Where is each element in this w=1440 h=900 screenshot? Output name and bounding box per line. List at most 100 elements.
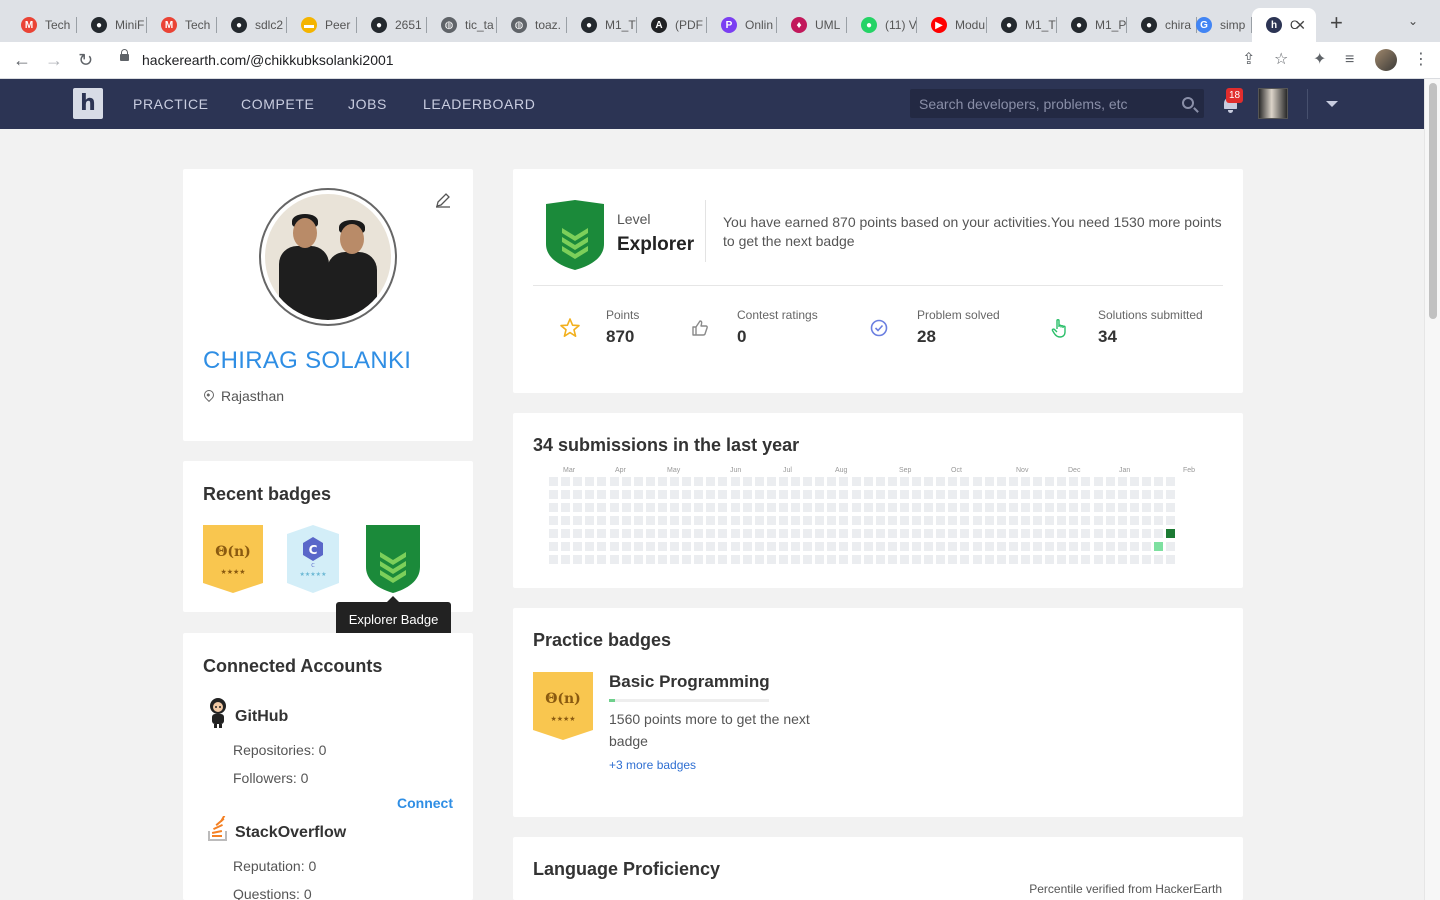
heatmap-cell[interactable] xyxy=(766,516,776,525)
heatmap-cell[interactable] xyxy=(694,529,704,538)
heatmap-cell[interactable] xyxy=(609,529,619,538)
heatmap-cell[interactable] xyxy=(718,503,728,512)
heatmap-cell[interactable] xyxy=(597,503,607,512)
heatmap-cell[interactable] xyxy=(887,477,897,486)
heatmap-cell[interactable] xyxy=(573,490,583,499)
heatmap-cell[interactable] xyxy=(803,555,813,564)
heatmap-cell[interactable] xyxy=(1008,542,1018,551)
heatmap-cell[interactable] xyxy=(742,490,752,499)
page-scrollbar[interactable] xyxy=(1424,79,1440,900)
heatmap-cell[interactable] xyxy=(561,503,571,512)
heatmap-cell[interactable] xyxy=(984,542,994,551)
heatmap-cell[interactable] xyxy=(573,529,583,538)
heatmap-cell[interactable] xyxy=(1093,529,1103,538)
heatmap-cell[interactable] xyxy=(549,542,558,551)
heatmap-cell[interactable] xyxy=(827,516,837,525)
chrome-menu-icon[interactable]: ⋮ xyxy=(1413,52,1429,68)
heatmap-cell[interactable] xyxy=(1141,477,1151,486)
heatmap-cell[interactable] xyxy=(585,516,595,525)
heatmap-cell[interactable] xyxy=(1129,555,1139,564)
heatmap-cell[interactable] xyxy=(948,503,958,512)
heatmap-cell[interactable] xyxy=(815,516,825,525)
heatmap-cell[interactable] xyxy=(984,503,994,512)
heatmap-cell[interactable] xyxy=(609,490,619,499)
heatmap-cell[interactable] xyxy=(549,555,558,564)
heatmap-cell[interactable] xyxy=(972,529,982,538)
heatmap-cell[interactable] xyxy=(621,529,631,538)
heatmap-cell[interactable] xyxy=(1154,490,1163,499)
heatmap-cell[interactable] xyxy=(633,503,643,512)
heatmap-cell[interactable] xyxy=(1154,516,1163,525)
heatmap-cell[interactable] xyxy=(1008,529,1018,538)
heatmap-cell[interactable] xyxy=(1093,490,1103,499)
heatmap-cell[interactable] xyxy=(948,529,958,538)
heatmap-cell[interactable] xyxy=(730,529,740,538)
heatmap-cell[interactable] xyxy=(706,516,716,525)
heatmap-cell[interactable] xyxy=(585,542,595,551)
heatmap-cell[interactable] xyxy=(1166,555,1176,564)
heatmap-cell[interactable] xyxy=(754,529,764,538)
heatmap-cell[interactable] xyxy=(645,529,655,538)
heatmap-cell[interactable] xyxy=(561,477,571,486)
heatmap-cell[interactable] xyxy=(682,529,692,538)
heatmap-cell[interactable] xyxy=(1020,477,1030,486)
heatmap-cell[interactable] xyxy=(766,529,776,538)
heatmap-cell[interactable] xyxy=(863,555,873,564)
tab-search-chevron-icon[interactable]: ⌄ xyxy=(1408,14,1418,28)
heatmap-cell[interactable] xyxy=(1105,503,1115,512)
heatmap-cell[interactable] xyxy=(706,529,716,538)
heatmap-cell[interactable] xyxy=(742,555,752,564)
heatmap-cell[interactable] xyxy=(899,503,909,512)
heatmap-cell[interactable] xyxy=(936,529,946,538)
heatmap-cell[interactable] xyxy=(863,477,873,486)
github-connect-link[interactable]: Connect xyxy=(397,795,453,811)
heatmap-cell[interactable] xyxy=(984,529,994,538)
heatmap-cell[interactable] xyxy=(1033,529,1042,538)
heatmap-cell[interactable] xyxy=(1045,477,1055,486)
heatmap-cell[interactable] xyxy=(984,490,994,499)
heatmap-cell[interactable] xyxy=(694,477,704,486)
heatmap-cell[interactable] xyxy=(1117,490,1127,499)
nav-jobs[interactable]: JOBS xyxy=(348,96,387,112)
heatmap-cell[interactable] xyxy=(984,477,994,486)
heatmap-cell[interactable] xyxy=(549,477,558,486)
heatmap-cell[interactable] xyxy=(924,516,934,525)
heatmap-cell[interactable] xyxy=(573,516,583,525)
heatmap-cell[interactable] xyxy=(621,490,631,499)
heatmap-cell[interactable] xyxy=(960,542,970,551)
heatmap-cell[interactable] xyxy=(875,503,885,512)
heatmap-cell[interactable] xyxy=(573,477,583,486)
heatmap-cell[interactable] xyxy=(1033,490,1042,499)
reload-icon[interactable]: ↻ xyxy=(78,51,93,69)
heatmap-cell[interactable] xyxy=(791,555,800,564)
heatmap-cell[interactable] xyxy=(609,516,619,525)
heatmap-cell[interactable] xyxy=(948,516,958,525)
heatmap-cell[interactable] xyxy=(863,516,873,525)
heatmap-cell[interactable] xyxy=(597,529,607,538)
bookmark-star-icon[interactable]: ☆ xyxy=(1274,52,1288,68)
heatmap-cell[interactable] xyxy=(549,529,558,538)
heatmap-cell[interactable] xyxy=(706,490,716,499)
heatmap-cell[interactable] xyxy=(1081,477,1091,486)
nav-practice[interactable]: PRACTICE xyxy=(133,96,209,112)
heatmap-cell[interactable] xyxy=(1129,490,1139,499)
heatmap-cell[interactable] xyxy=(791,477,800,486)
heatmap-cell[interactable] xyxy=(609,477,619,486)
heatmap-cell[interactable] xyxy=(778,490,788,499)
heatmap-cell[interactable] xyxy=(754,555,764,564)
heatmap-cell[interactable] xyxy=(621,477,631,486)
heatmap-cell[interactable] xyxy=(597,542,607,551)
heatmap-cell[interactable] xyxy=(863,529,873,538)
heatmap-cell[interactable] xyxy=(803,477,813,486)
heatmap-cell[interactable] xyxy=(645,516,655,525)
heatmap-cell[interactable] xyxy=(899,516,909,525)
heatmap-cell[interactable] xyxy=(863,490,873,499)
heatmap-cell[interactable] xyxy=(996,516,1006,525)
heatmap-cell[interactable] xyxy=(1020,542,1030,551)
heatmap-cell[interactable] xyxy=(912,490,921,499)
heatmap-cell[interactable] xyxy=(1081,555,1091,564)
heatmap-cell[interactable] xyxy=(960,529,970,538)
heatmap-cell[interactable] xyxy=(948,477,958,486)
heatmap-cell[interactable] xyxy=(839,516,849,525)
heatmap-cell[interactable] xyxy=(1141,555,1151,564)
